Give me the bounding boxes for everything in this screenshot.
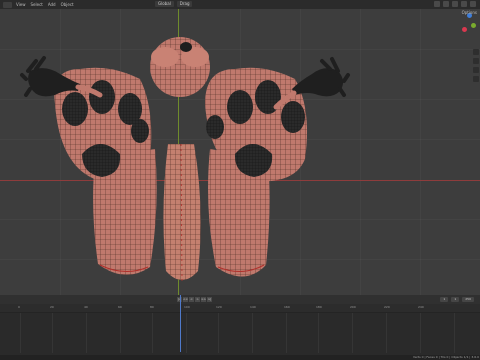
jump-keyframe-forward-button[interactable]: >> (201, 297, 206, 302)
viewport-nav-icons (471, 49, 480, 82)
x-axis-gizmo-icon[interactable] (462, 27, 467, 32)
solid-shading-icon[interactable] (452, 1, 458, 7)
menu-add[interactable]: Add (48, 2, 56, 7)
ruler-tick: 140 (250, 305, 256, 309)
playback-controls: |< << < > >> >| (177, 297, 212, 302)
menu-select[interactable]: Select (31, 2, 43, 7)
xray-toggle-icon[interactable] (443, 1, 449, 7)
y-axis-gizmo-icon[interactable] (471, 23, 476, 28)
timeline-editor: |< << < > >> >| 1 1 250 0 20 40 60 80 10… (0, 295, 480, 360)
menu-view[interactable]: View (16, 2, 26, 7)
ruler-tick: 60 (118, 305, 122, 309)
ruler-tick: 40 (84, 305, 88, 309)
ruler-tick: 220 (384, 305, 390, 309)
editor-type-button[interactable] (3, 1, 12, 8)
jump-end-button[interactable]: >| (207, 297, 212, 302)
material-shading-icon[interactable] (461, 1, 467, 7)
pivot-dropdown[interactable]: Drag (176, 1, 193, 7)
navigation-gizmo[interactable] (462, 13, 476, 47)
ruler-tick: 20 (50, 305, 54, 309)
header-right-tools (434, 1, 476, 7)
ruler-tick: 240 (418, 305, 424, 309)
options-dropdown[interactable]: Options (462, 10, 477, 15)
perspective-toggle-icon[interactable] (472, 76, 479, 82)
timeline-header: |< << < > >> >| 1 1 250 (0, 295, 480, 304)
viewport-header: View Select Add Object Global Drag (0, 0, 480, 9)
frame-range: 1 1 250 (440, 297, 474, 302)
status-bar: Verts 0 | Faces 0 | Tris 0 | Objects 1/1… (0, 355, 480, 360)
menu-object[interactable]: Object (61, 2, 74, 7)
3d-viewport[interactable]: Options (0, 9, 480, 295)
ruler-tick: 120 (216, 305, 222, 309)
ruler-tick: 160 (284, 305, 290, 309)
pan-icon[interactable] (472, 58, 479, 64)
ruler-tick: 100 (184, 305, 190, 309)
ruler-tick: 200 (350, 305, 356, 309)
tail-mesh (163, 143, 201, 282)
timeline-track-area[interactable] (0, 313, 480, 353)
status-text: Verts 0 | Faces 0 | Tris 0 | Objects 1/1… (413, 355, 480, 359)
timeline-playhead[interactable] (180, 295, 181, 352)
paw-mesh-model[interactable] (0, 9, 480, 295)
start-frame-field[interactable]: 1 (451, 297, 460, 302)
timeline-ruler[interactable]: 0 20 40 60 80 100 120 140 160 180 200 22… (0, 304, 480, 313)
play-reverse-button[interactable]: < (189, 297, 194, 302)
torso-mesh (150, 37, 210, 97)
overlay-toggle-icon[interactable] (434, 1, 440, 7)
ruler-tick: 180 (316, 305, 322, 309)
current-frame-field[interactable]: 1 (440, 297, 449, 302)
play-button[interactable]: > (195, 297, 200, 302)
transform-tools: Global Drag (155, 1, 193, 7)
jump-keyframe-back-button[interactable]: << (183, 297, 188, 302)
end-frame-field[interactable]: 250 (462, 297, 474, 302)
rendered-shading-icon[interactable] (470, 1, 476, 7)
ruler-tick: 0 (18, 305, 20, 309)
ruler-tick: 80 (150, 305, 154, 309)
header-menu: View Select Add Object (12, 2, 74, 7)
camera-icon[interactable] (472, 67, 479, 73)
orientation-dropdown[interactable]: Global (155, 1, 174, 7)
zoom-icon[interactable] (472, 49, 479, 55)
